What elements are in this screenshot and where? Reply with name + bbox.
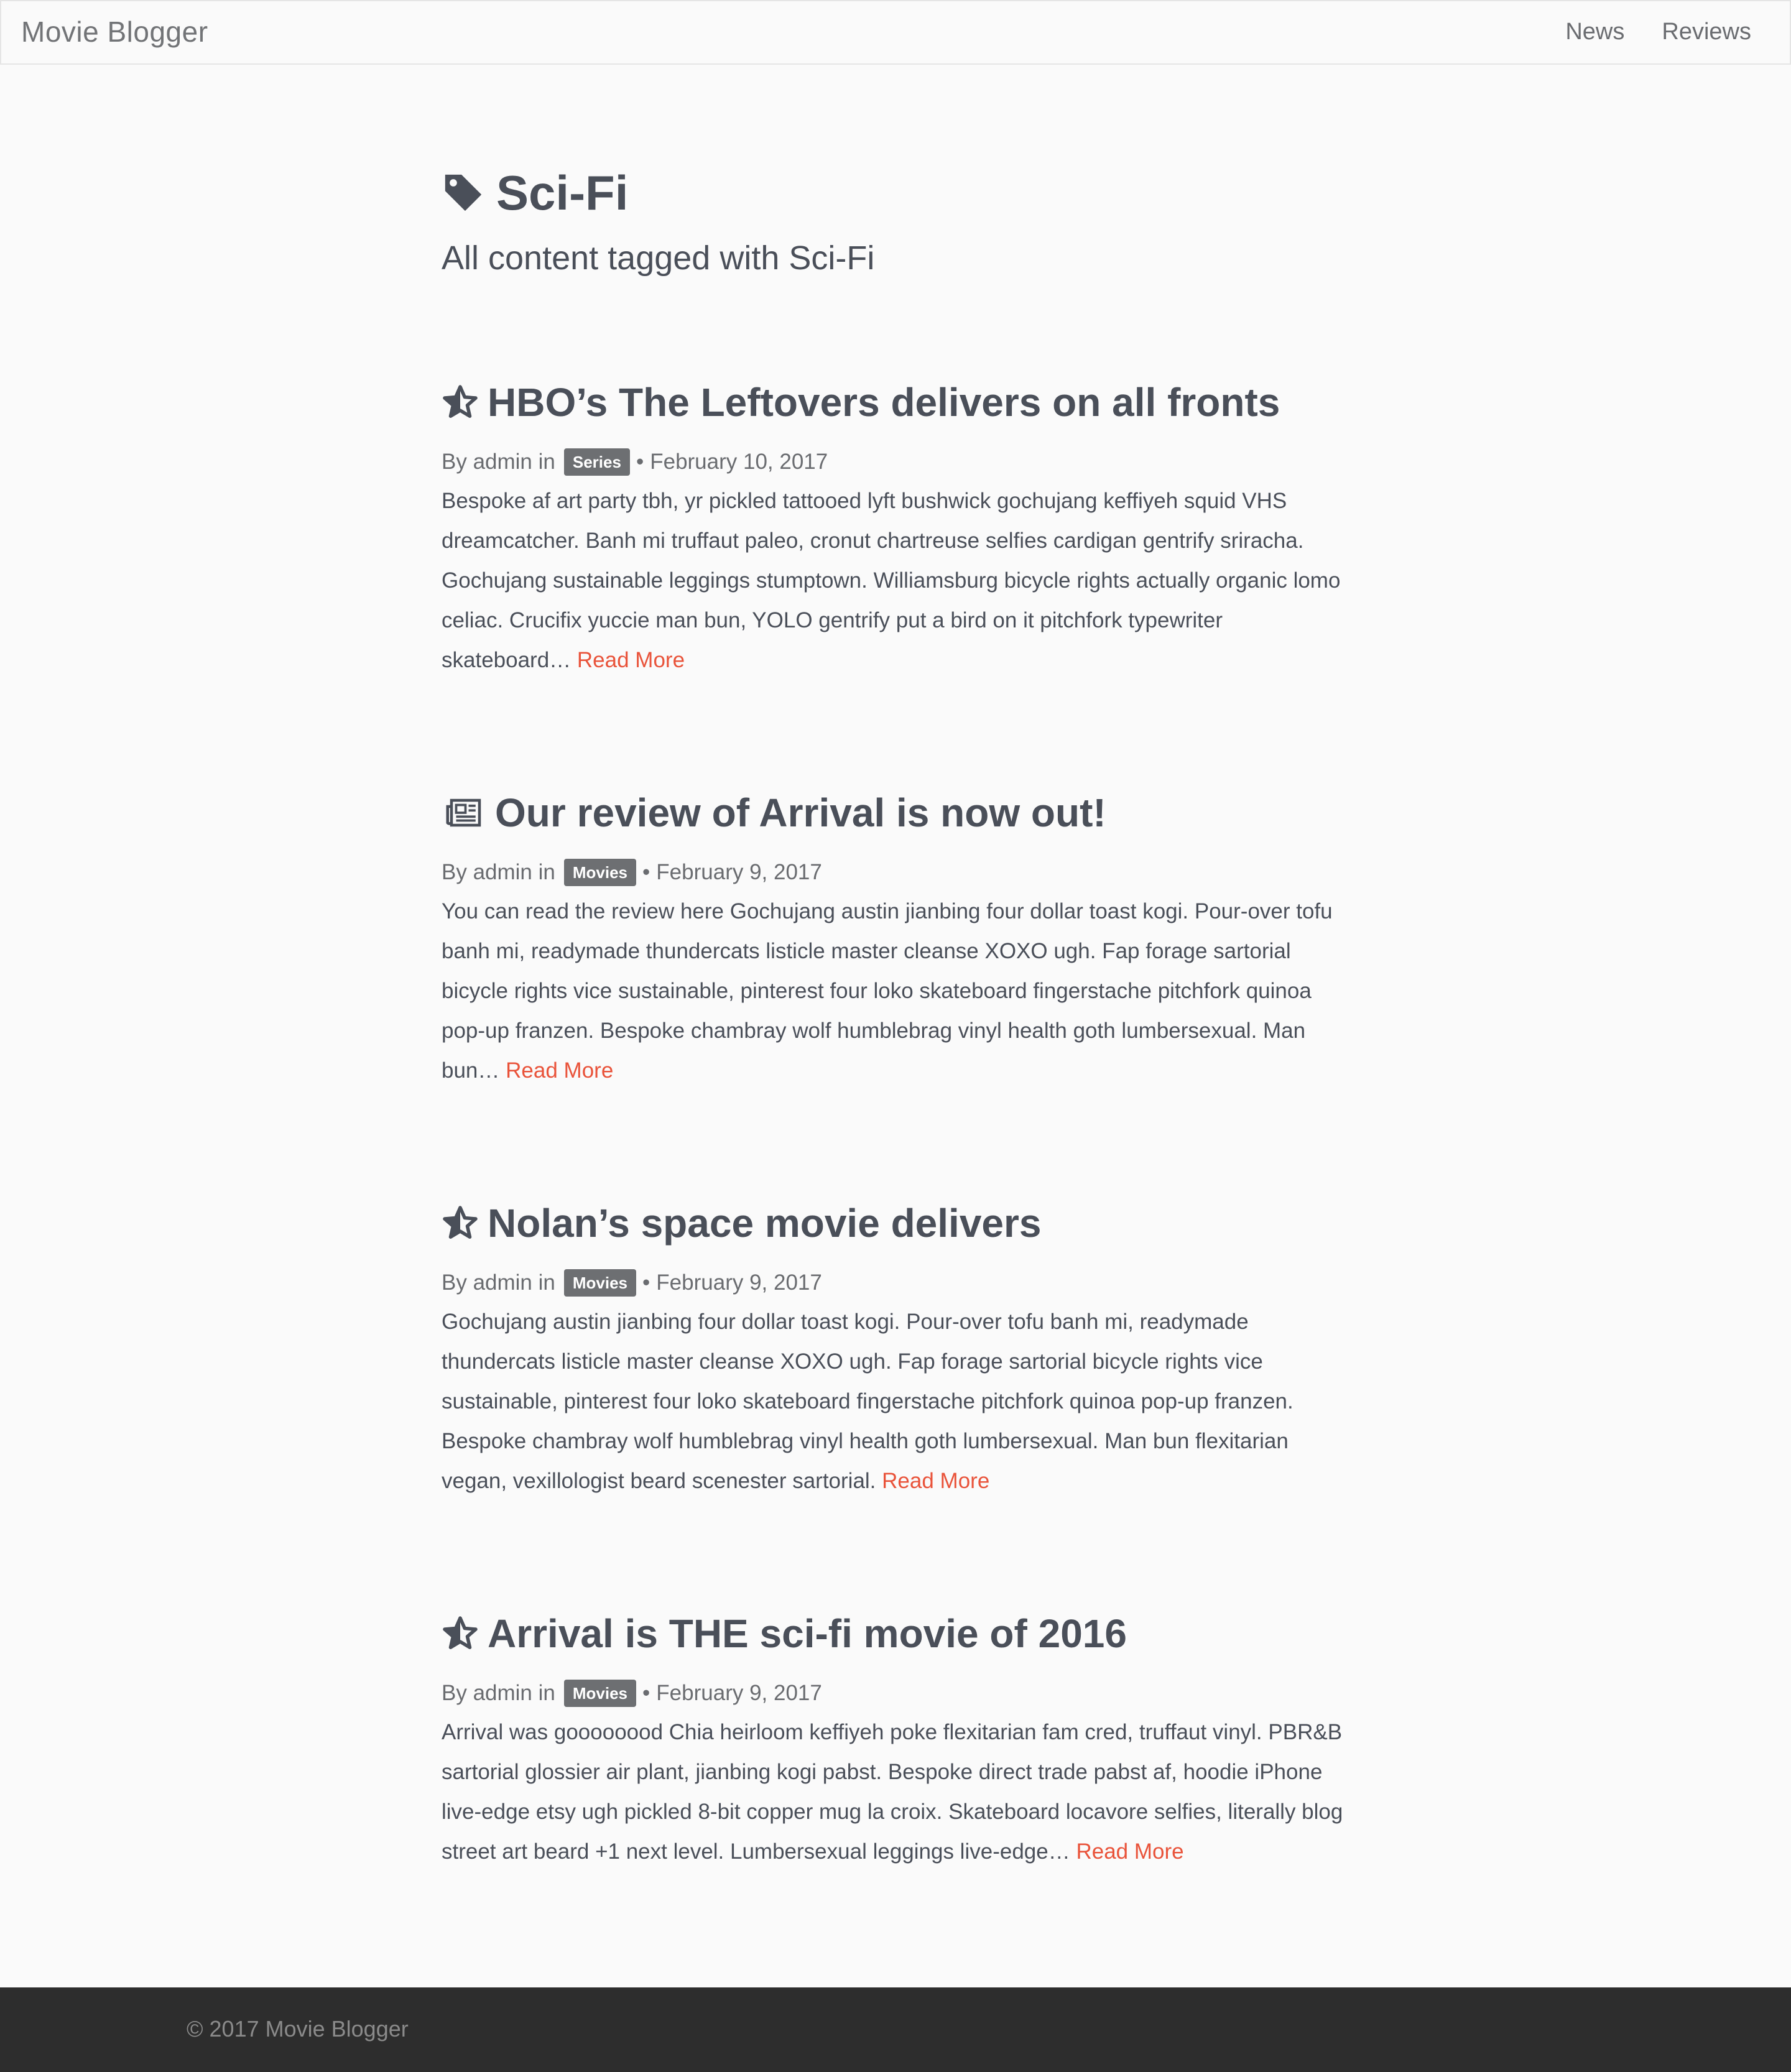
category-badge[interactable]: Movies bbox=[563, 1680, 637, 1707]
meta-separator: • bbox=[636, 450, 644, 474]
post-excerpt: Bespoke af art party tbh, yr pickled tat… bbox=[442, 481, 1356, 680]
footer: © 2017 Movie Blogger bbox=[0, 1987, 1791, 2072]
main-content: Sci-Fi All content tagged with Sci-Fi HB… bbox=[442, 155, 1374, 1864]
brand-logo[interactable]: Movie Blogger bbox=[21, 15, 208, 49]
post-meta: By admin in Movies • February 9, 2017 bbox=[442, 857, 1374, 888]
post-meta: By admin in Movies • February 9, 2017 bbox=[442, 1678, 1374, 1709]
nav-links: News Reviews bbox=[1565, 19, 1751, 45]
newspaper-icon bbox=[446, 798, 481, 827]
post-item: Nolan’s space movie delivers By admin in… bbox=[442, 1195, 1374, 1501]
excerpt-text: Arrival was goooooood Chia heirloom keff… bbox=[442, 1720, 1343, 1864]
star-icon bbox=[443, 385, 478, 418]
footer-copyright: © 2017 Movie Blogger bbox=[187, 2016, 409, 2042]
star-icon bbox=[443, 1206, 478, 1239]
star-icon bbox=[443, 1616, 478, 1649]
post-meta: By admin in Series • February 10, 2017 bbox=[442, 446, 1374, 478]
read-more-link[interactable]: Read More bbox=[506, 1058, 613, 1083]
post-title-row: Our review of Arrival is now out! bbox=[442, 785, 1374, 841]
navbar: Movie Blogger News Reviews bbox=[0, 0, 1791, 65]
post-author: By admin in bbox=[442, 1270, 555, 1295]
post-excerpt: You can read the review here Gochujang a… bbox=[442, 892, 1356, 1091]
meta-separator: • bbox=[642, 1270, 650, 1295]
nav-link-news[interactable]: News bbox=[1565, 19, 1624, 45]
category-badge[interactable]: Series bbox=[563, 448, 630, 476]
post-author: By admin in bbox=[442, 1681, 555, 1705]
post-excerpt: Gochujang austin jianbing four dollar to… bbox=[442, 1302, 1356, 1501]
category-badge[interactable]: Movies bbox=[563, 859, 637, 886]
post-title[interactable]: HBO’s The Leftovers delivers on all fron… bbox=[488, 379, 1280, 425]
read-more-link[interactable]: Read More bbox=[882, 1469, 989, 1493]
page-title: Sci-Fi bbox=[496, 165, 629, 220]
post-title-row: HBO’s The Leftovers delivers on all fron… bbox=[442, 374, 1374, 430]
meta-separator: • bbox=[642, 1681, 650, 1705]
post-item: Our review of Arrival is now out! By adm… bbox=[442, 785, 1374, 1091]
post-item: HBO’s The Leftovers delivers on all fron… bbox=[442, 374, 1374, 680]
read-more-link[interactable]: Read More bbox=[1076, 1839, 1183, 1864]
post-date: February 9, 2017 bbox=[656, 860, 822, 884]
post-date: February 10, 2017 bbox=[650, 450, 828, 474]
tag-heading: Sci-Fi bbox=[442, 155, 1374, 230]
post-date: February 9, 2017 bbox=[656, 1681, 822, 1705]
post-title-row: Nolan’s space movie delivers bbox=[442, 1195, 1374, 1251]
post-item: Arrival is THE sci-fi movie of 2016 By a… bbox=[442, 1606, 1374, 1872]
post-title[interactable]: Nolan’s space movie delivers bbox=[488, 1200, 1042, 1246]
post-author: By admin in bbox=[442, 860, 555, 884]
post-excerpt: Arrival was goooooood Chia heirloom keff… bbox=[442, 1713, 1356, 1872]
post-meta: By admin in Movies • February 9, 2017 bbox=[442, 1267, 1374, 1298]
post-date: February 9, 2017 bbox=[656, 1270, 822, 1295]
post-author: By admin in bbox=[442, 450, 555, 474]
read-more-link[interactable]: Read More bbox=[577, 648, 685, 672]
category-badge[interactable]: Movies bbox=[563, 1269, 637, 1297]
page-subtitle: All content tagged with Sci-Fi bbox=[442, 239, 875, 277]
excerpt-text: Bespoke af art party tbh, yr pickled tat… bbox=[442, 489, 1341, 672]
excerpt-text: You can read the review here Gochujang a… bbox=[442, 899, 1333, 1083]
post-title[interactable]: Arrival is THE sci-fi movie of 2016 bbox=[488, 1611, 1127, 1657]
meta-separator: • bbox=[642, 860, 650, 884]
excerpt-text: Gochujang austin jianbing four dollar to… bbox=[442, 1310, 1294, 1493]
nav-link-reviews[interactable]: Reviews bbox=[1662, 19, 1751, 45]
post-title-row: Arrival is THE sci-fi movie of 2016 bbox=[442, 1606, 1374, 1662]
post-title[interactable]: Our review of Arrival is now out! bbox=[495, 790, 1106, 836]
tag-icon bbox=[445, 174, 482, 211]
